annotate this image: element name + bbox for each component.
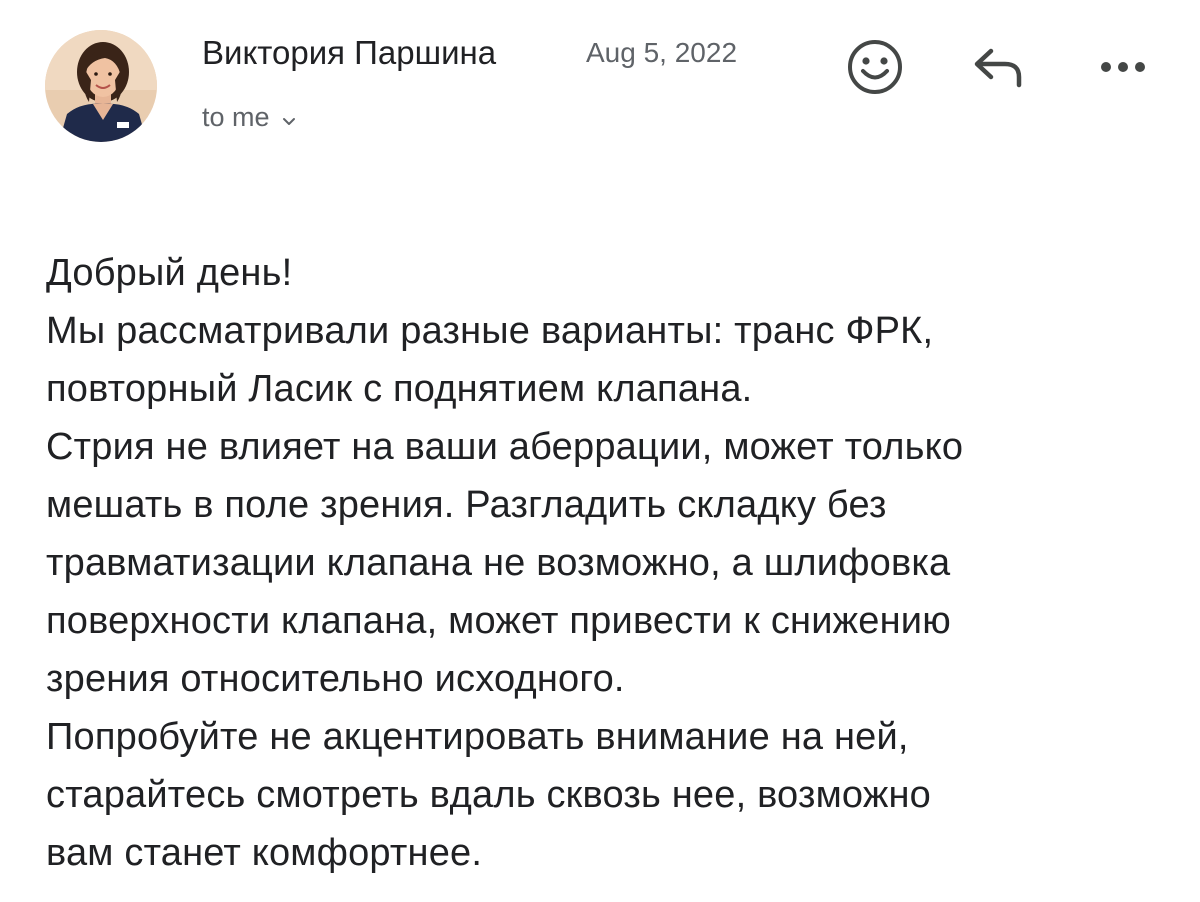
smiley-icon (848, 40, 902, 94)
message-body-line: Добрый день! (46, 252, 293, 294)
chevron-down-icon (282, 103, 296, 134)
sent-date: Aug 5, 2022 (586, 37, 738, 68)
message-body-line: повторный Ласик с поднятием клапана. (46, 368, 753, 410)
reply-arrow-icon (974, 48, 1022, 88)
recipient-details-toggle[interactable]: to me (202, 101, 296, 134)
more-options-button[interactable] (1090, 36, 1156, 98)
message-body-line: Мы рассматривали разные варианты: транс … (46, 310, 934, 352)
more-dots-icon (1101, 62, 1145, 72)
message-body-line: старайтесь смотреть вдаль сквозь нее, во… (46, 774, 931, 816)
add-reaction-button[interactable] (842, 34, 908, 100)
message-body-line: мешать в поле зрения. Разгладить складку… (46, 484, 887, 526)
reply-button[interactable] (966, 36, 1032, 98)
message-body-line: вам станет комфортнее. (46, 832, 483, 874)
message-body-line: Попробуйте не акцентировать внимание на … (46, 716, 909, 758)
message-body-line: травматизации клапана не возможно, а шли… (46, 542, 951, 584)
sender-avatar[interactable] (45, 30, 157, 142)
message-body-line: зрения относительно исходного. (46, 658, 625, 700)
message-body-line: Стрия не влияет на ваши аберрации, может… (46, 426, 964, 468)
sender-name[interactable]: Виктория Паршина (202, 34, 496, 72)
message-body: Добрый день! Мы рассматривали разные вар… (46, 244, 1176, 882)
avatar-photo-icon (45, 30, 157, 142)
recipient-label: to me (202, 102, 270, 132)
message-header: Виктория Паршина Aug 5, 2022 to me (0, 0, 1200, 170)
message-body-line: поверхности клапана, может привести к сн… (46, 600, 951, 642)
